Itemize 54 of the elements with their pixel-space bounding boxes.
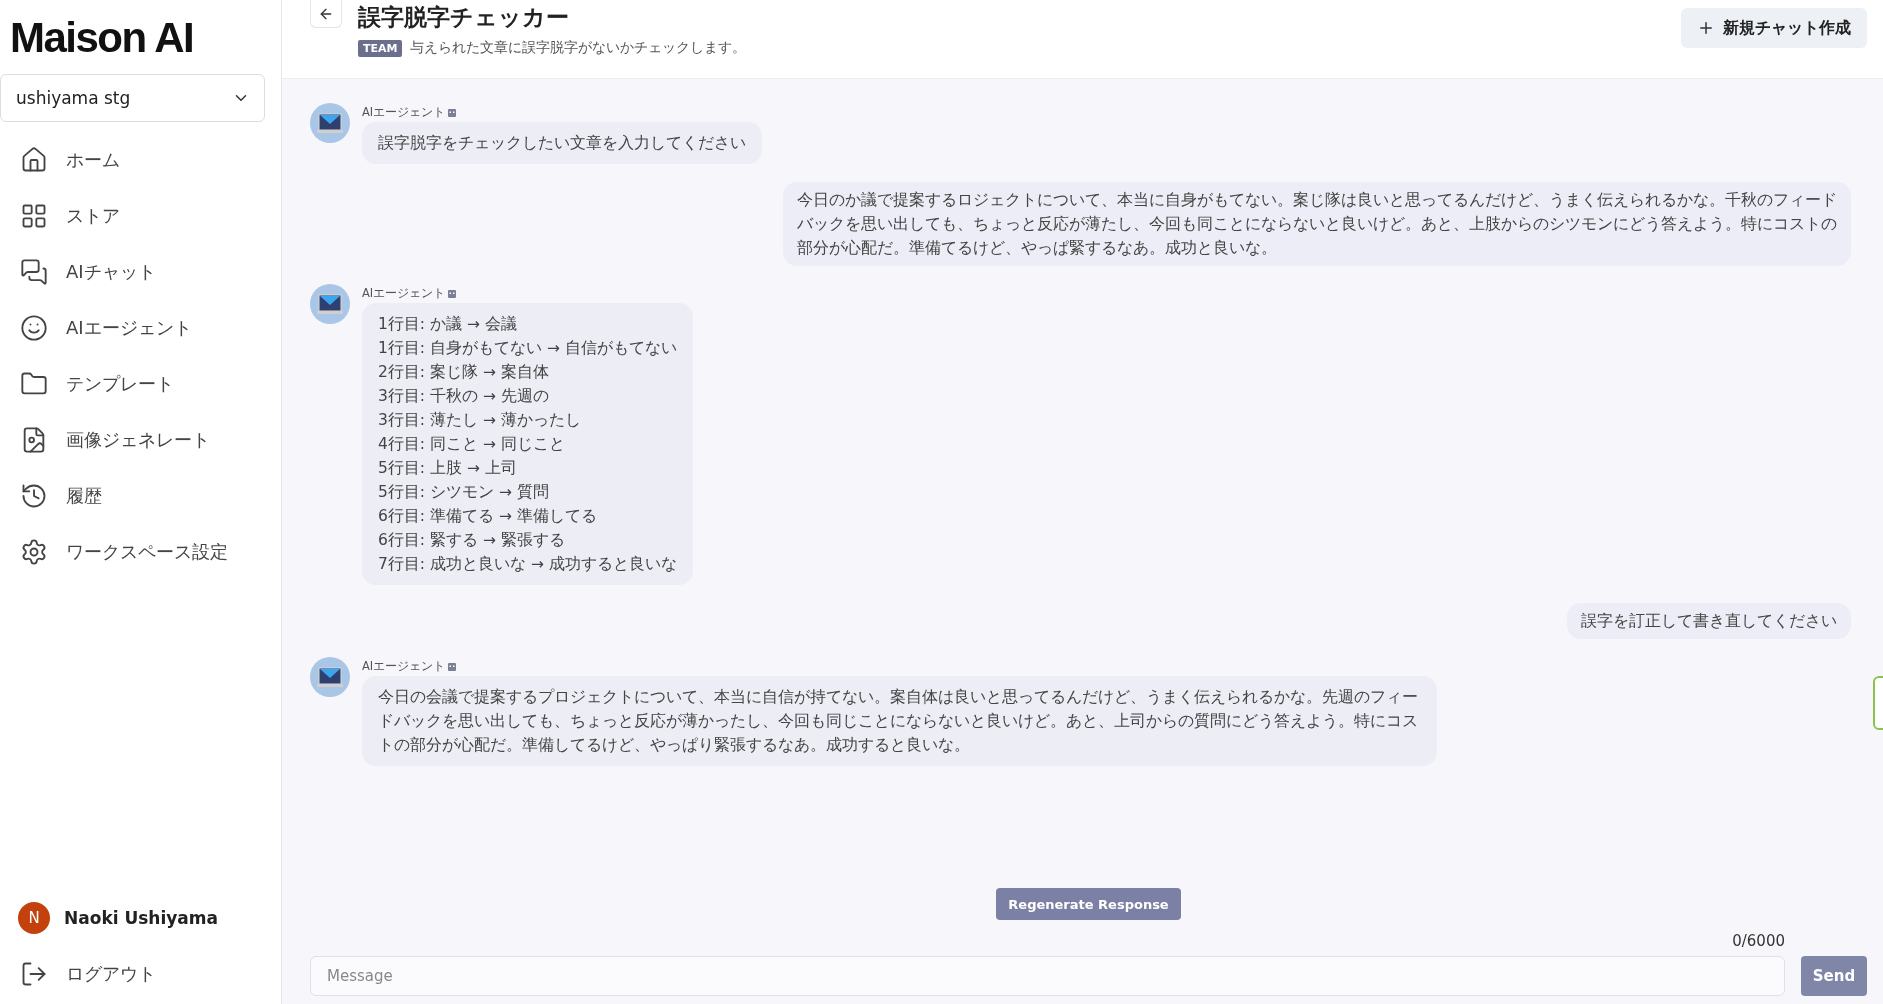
page-title: 誤字脱字チェッカー bbox=[358, 3, 570, 32]
sidebar-item[interactable]: AIエージェント bbox=[20, 308, 281, 348]
sidebar-item[interactable]: ホーム bbox=[20, 140, 281, 180]
new-chat-button[interactable]: 新規チャット作成 bbox=[1681, 8, 1867, 48]
send-button[interactable]: Send bbox=[1801, 956, 1867, 996]
message-text: 誤字を訂正して書き直してください bbox=[1581, 611, 1837, 632]
app-logo: Maison AI bbox=[9, 13, 195, 63]
message-text: 6行目: 緊する → 緊張する bbox=[378, 530, 566, 551]
message-text: 4行目: 同こと → 同じこと bbox=[378, 434, 566, 455]
message-text: 今日の会議で提案するプロジェクトについて、本当に自信が持てない。案自体は良いと思ってるんだけど、うまく伝えられるかな。先週のフィードバックを思い出しても、ちょっと反応が薄かったし、今回も同じことにならないと良いけど。あと、上司からの質問にどう答えよう。特にコストの部分が心配だ。準備してるけど、やっぱり緊張するなあ。成功すると良いな。 bbox=[378, 687, 1419, 756]
user-name: Naoki Ushiyama bbox=[64, 908, 219, 928]
robot-icon bbox=[447, 661, 458, 672]
message-text: 2行目: 案じ隊 → 案自体 bbox=[378, 362, 550, 383]
logout-icon bbox=[20, 960, 48, 988]
message-text: 誤字脱字をチェックしたい文章を入力してください bbox=[378, 133, 746, 154]
message-input[interactable]: Message bbox=[310, 956, 1785, 996]
sidebar-item[interactable]: ストア bbox=[20, 196, 281, 236]
logout-button[interactable]: ログアウト bbox=[0, 954, 281, 994]
grid-icon bbox=[20, 202, 48, 230]
message-text: 7行目: 成功と良いな → 成功すると良いな bbox=[378, 554, 677, 575]
smiley-icon bbox=[20, 314, 48, 342]
regenerate-response-button[interactable]: Regenerate Response bbox=[996, 888, 1181, 920]
sender-name: AIエージェント bbox=[362, 659, 446, 674]
workspace-select[interactable]: ushiyama stg bbox=[0, 74, 265, 122]
history-icon bbox=[20, 482, 48, 510]
message-text: 3行目: 千秋の → 先週の bbox=[378, 386, 550, 407]
home-icon bbox=[20, 146, 48, 174]
robot-icon bbox=[447, 288, 458, 299]
message-text: 6行目: 準備てる → 準備してる bbox=[378, 506, 598, 527]
robot-icon bbox=[447, 107, 458, 118]
sidebar-item[interactable]: テンプレート bbox=[20, 364, 281, 404]
settings-icon bbox=[20, 538, 48, 566]
sidebar-item[interactable]: 画像ジェネレート bbox=[20, 420, 281, 460]
team-badge: TEAM bbox=[358, 39, 403, 57]
laptop-avatar-icon bbox=[310, 657, 350, 697]
sender-name: AIエージェント bbox=[362, 286, 446, 301]
character-counter: 0/6000 bbox=[1732, 932, 1785, 950]
user-avatar: N bbox=[18, 902, 50, 934]
laptop-avatar-icon bbox=[310, 103, 350, 143]
back-button[interactable] bbox=[310, 0, 342, 28]
sidebar-item[interactable]: AIチャット bbox=[20, 252, 281, 292]
message-text: 3行目: 薄たし → 薄かったし bbox=[378, 410, 582, 431]
sidebar-item[interactable]: 履歴 bbox=[20, 476, 281, 516]
sidebar-item[interactable]: ワークスペース設定 bbox=[20, 532, 281, 572]
sender-name: AIエージェント bbox=[362, 105, 446, 120]
plus-icon bbox=[1697, 19, 1715, 37]
message-text: 5行目: 上肢 → 上司 bbox=[378, 458, 518, 479]
message-text: 5行目: シツモン → 質問 bbox=[378, 482, 550, 503]
chat-bubbles-icon bbox=[20, 258, 48, 286]
message-text: 1行目: 自身がもてない → 自信がもてない bbox=[378, 338, 677, 359]
page-description: 与えられた文章に誤字脱字がないかチェックします。 bbox=[410, 39, 747, 57]
laptop-avatar-icon bbox=[310, 284, 350, 324]
message-text: 今日のか議で提案するロジェクトについて、本当に自身がもてない。案じ隊は良いと思ってるんだけど、うまく伝えられるかな。千秋のフィードバックを思い出しても、ちょっと反応が薄たし、今回も同ことにならないと良いけど。あと、上肢からのシツモンにどう答えよう。特にコストの部分が心配だ。準備てるけど、やっぱ緊するなあ。成功と良いな。 bbox=[797, 190, 1837, 259]
message-text: 1行目: か議 → 会議 bbox=[378, 314, 518, 335]
